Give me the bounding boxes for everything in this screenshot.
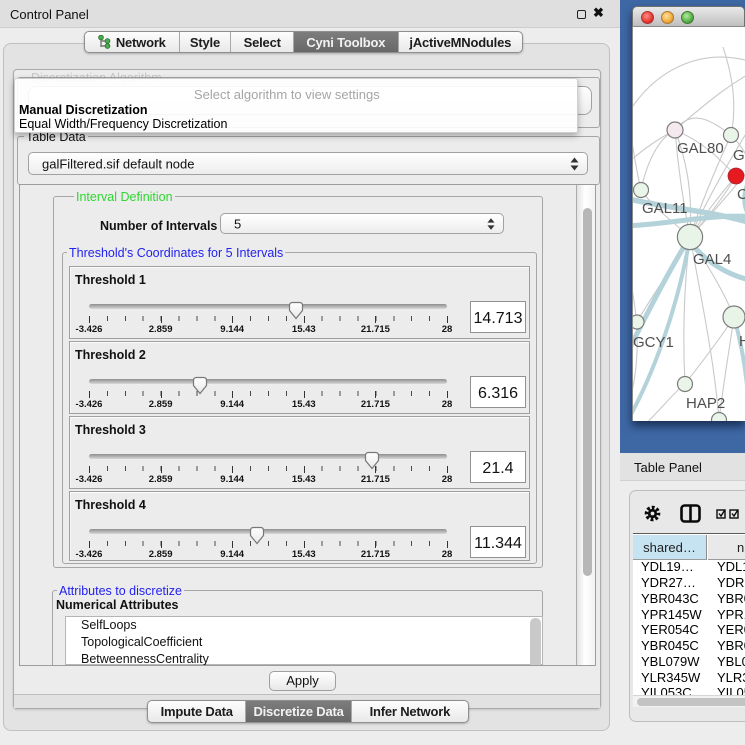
svg-text:CO: CO — [737, 186, 745, 203]
svg-text:GCY1: GCY1 — [633, 334, 674, 351]
svg-text:GAL11: GAL11 — [642, 200, 688, 217]
svg-text:GAL4: GAL4 — [693, 251, 731, 268]
svg-text:GAL80: GAL80 — [677, 140, 724, 157]
svg-text:H: H — [739, 333, 745, 350]
svg-text:HAP2: HAP2 — [686, 395, 725, 412]
svg-text:G.: G. — [733, 147, 745, 164]
